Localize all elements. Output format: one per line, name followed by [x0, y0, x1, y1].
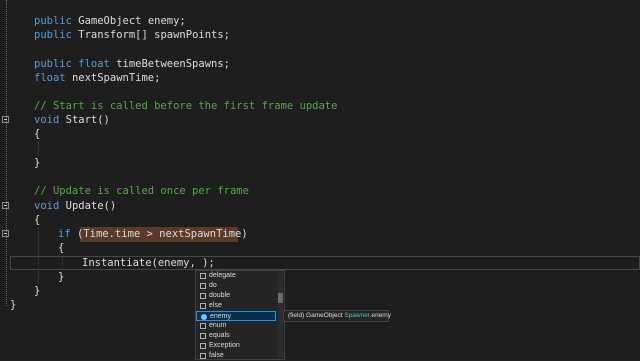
brace: { — [58, 242, 65, 254]
type: Transform[] — [78, 29, 148, 41]
keyword-icon — [200, 323, 206, 329]
method-start-line: void Start() — [34, 113, 110, 127]
instantiate-line[interactable]: Instantiate(enemy, ); — [82, 256, 215, 270]
keyword: public — [34, 29, 72, 41]
comment-line: // Update is called once per frame — [34, 185, 249, 197]
fold-toggle-start[interactable] — [2, 116, 9, 123]
identifier: enemy; — [147, 15, 186, 27]
keyword-icon — [200, 293, 206, 299]
completion-item-selected[interactable]: enemy — [196, 311, 276, 321]
brace: } — [58, 271, 65, 283]
if-line: if (Time.time > nextSpawnTime) — [58, 227, 248, 241]
completion-item[interactable]: double — [196, 291, 276, 301]
brace: } — [34, 285, 41, 297]
brace: } — [34, 157, 41, 169]
fold-toggle-if[interactable] — [2, 230, 9, 237]
paren: ) — [241, 228, 248, 240]
tooltip-suffix: .enemy — [369, 312, 391, 319]
completion-item[interactable]: equals — [196, 331, 276, 341]
method-name: Update() — [65, 200, 117, 212]
type: float — [78, 58, 110, 70]
tooltip-type: Spawner — [344, 312, 370, 319]
completion-item[interactable]: Exception — [196, 341, 276, 351]
type: float — [34, 72, 66, 84]
completion-item[interactable]: delegate — [196, 271, 276, 281]
keyword: public — [34, 58, 72, 70]
brace: } — [10, 299, 17, 311]
method-name: Start() — [65, 114, 110, 126]
identifier: timeBetweenSpawns; — [116, 58, 230, 70]
keyword: void — [34, 114, 60, 126]
identifier: spawnPoints; — [154, 29, 230, 41]
code-line-2: public Transform[] spawnPoints; — [34, 28, 230, 42]
identifier: nextSpawnTime; — [71, 72, 161, 84]
keyword: if — [58, 228, 71, 240]
scrollbar-thumb[interactable] — [278, 293, 283, 303]
method-update-line: void Update() — [34, 199, 116, 213]
keyword-icon — [200, 303, 206, 309]
comment-line: // Start is called before the first fram… — [34, 100, 338, 112]
completion-list[interactable]: delegate do double else enemy enum equal… — [195, 270, 285, 360]
completion-item[interactable]: else — [196, 301, 276, 311]
indent-guide — [38, 142, 39, 156]
class-icon — [200, 343, 206, 349]
type: GameObject — [78, 15, 142, 27]
code-line-1: public GameObject enemy; — [34, 14, 186, 28]
brace: { — [34, 214, 41, 226]
keyword-icon — [200, 283, 206, 289]
keyword-icon — [200, 273, 206, 279]
code-line-3: public float timeBetweenSpawns; — [34, 57, 230, 71]
fold-toggle-update[interactable] — [2, 202, 9, 209]
keyword: void — [34, 200, 60, 212]
outline-line — [6, 0, 7, 306]
completion-item[interactable]: do — [196, 281, 276, 291]
tooltip-prefix: (field) GameObject — [288, 312, 345, 319]
code-editor[interactable]: public GameObject enemy; public Transfor… — [0, 0, 640, 360]
condition: Time.time > nextSpawnTime — [83, 228, 242, 240]
completion-item[interactable]: enum — [196, 321, 276, 331]
brace: { — [34, 128, 41, 140]
method-icon — [200, 333, 206, 339]
keyword-icon — [200, 353, 206, 359]
field-icon — [201, 314, 207, 320]
quickinfo-tooltip: (field) GameObject Spawner.enemy — [283, 310, 391, 322]
keyword: public — [34, 15, 72, 27]
code-line-4: float nextSpawnTime; — [34, 71, 160, 85]
